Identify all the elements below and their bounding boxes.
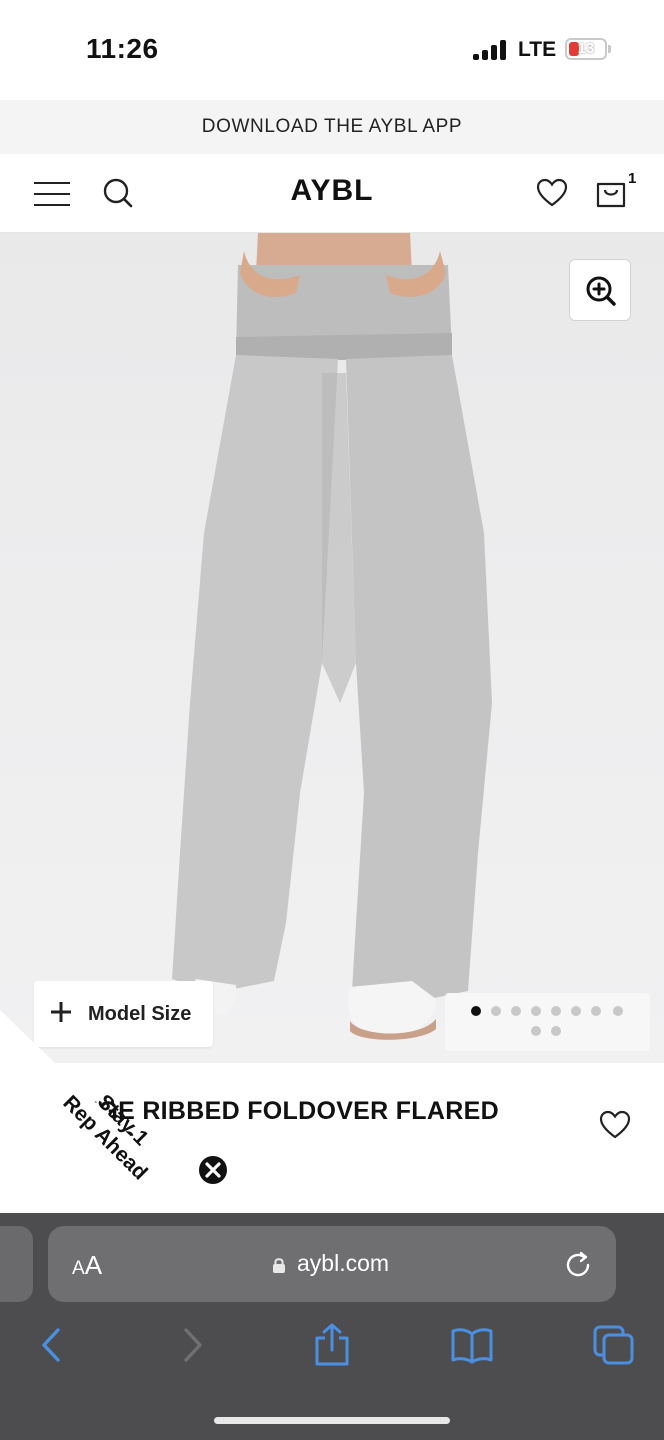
url-text[interactable]: aybl.com [297, 1250, 389, 1277]
home-indicator [214, 1417, 450, 1424]
ribbon-close-button[interactable] [196, 1153, 230, 1187]
battery-tip [608, 45, 611, 53]
carousel-dot[interactable] [531, 1006, 541, 1016]
carousel-dot[interactable] [491, 1006, 501, 1016]
carousel-dot[interactable] [571, 1006, 581, 1016]
cart-count-badge: 1 [628, 170, 637, 187]
zoom-in-icon [586, 276, 616, 306]
product-image[interactable] [0, 233, 664, 1063]
text-size-button[interactable]: AA [72, 1250, 102, 1281]
app-download-banner[interactable]: DOWNLOAD THE AYBL APP [0, 100, 664, 154]
back-icon[interactable] [30, 1322, 74, 1368]
product-photo [172, 233, 492, 1040]
carousel-dot[interactable] [511, 1006, 521, 1016]
battery-icon: 13 [565, 38, 607, 60]
network-type: LTE [518, 38, 557, 61]
bag-icon[interactable] [594, 174, 628, 210]
share-icon[interactable] [310, 1322, 354, 1368]
battery-level: 13 [577, 40, 595, 57]
previous-tab-edge[interactable] [0, 1226, 33, 1302]
status-time: 11:26 [86, 33, 159, 64]
carousel-dot[interactable] [551, 1026, 561, 1036]
carousel-dot[interactable] [531, 1026, 541, 1036]
reload-icon[interactable] [564, 1250, 594, 1280]
carousel-dot[interactable] [591, 1006, 601, 1016]
status-bar: 11:26 LTE 13 [0, 0, 664, 100]
site-header: AYBL [0, 154, 664, 233]
carousel-dot[interactable] [613, 1006, 623, 1016]
heart-icon[interactable] [598, 1108, 632, 1142]
heart-icon[interactable] [535, 176, 569, 210]
carousel-dot[interactable] [551, 1006, 561, 1016]
carousel-dot[interactable] [471, 1006, 481, 1016]
image-carousel-dots[interactable] [445, 993, 650, 1051]
lock-icon [273, 1258, 285, 1273]
close-icon [205, 1162, 221, 1178]
bookmarks-icon[interactable] [450, 1322, 494, 1368]
signal-icon [473, 40, 507, 60]
tabs-icon[interactable] [592, 1322, 636, 1368]
zoom-button[interactable] [569, 259, 631, 321]
forward-icon[interactable] [170, 1322, 214, 1368]
